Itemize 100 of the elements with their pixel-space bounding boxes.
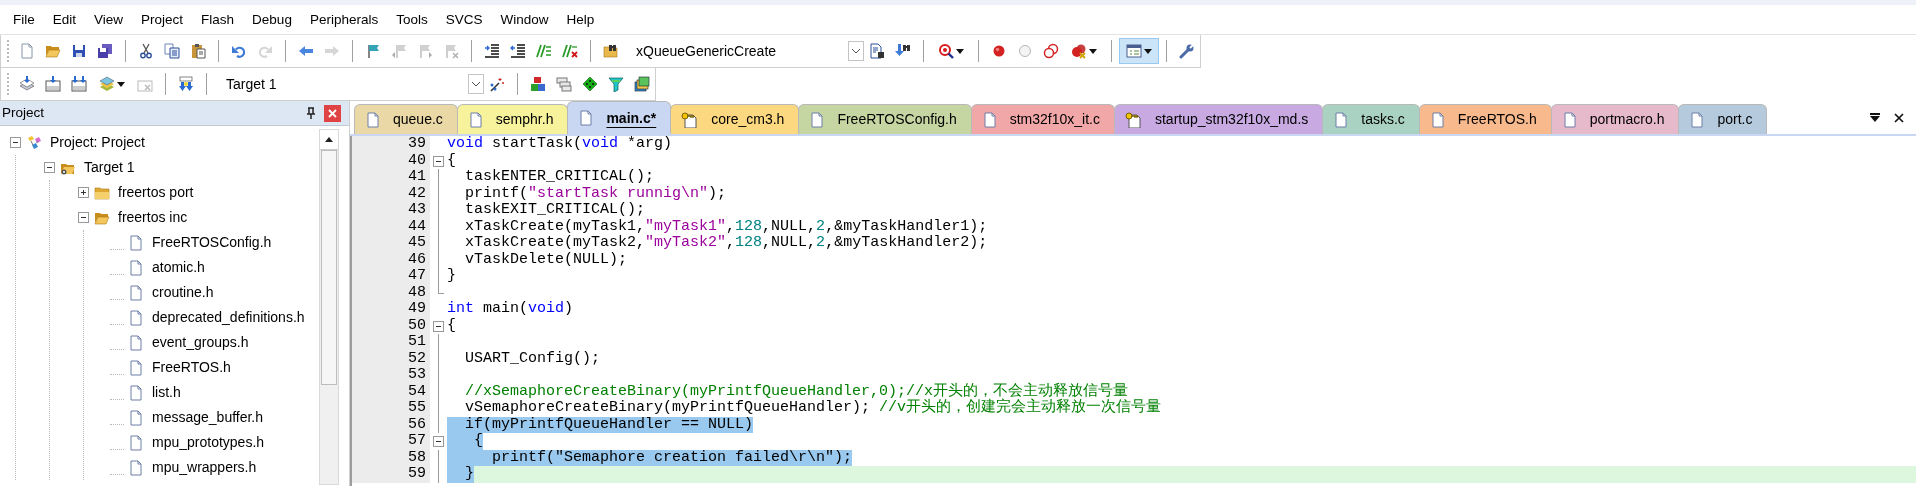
page-icon xyxy=(19,43,35,59)
tree-item[interactable]: mpu_prototypes.h xyxy=(152,432,265,453)
menu-item[interactable]: Tools xyxy=(387,4,437,35)
code-line: } xyxy=(447,268,456,285)
menu-item[interactable]: File xyxy=(4,4,44,35)
file-tab[interactable]: main.c* xyxy=(567,101,672,134)
dots-cross-icon xyxy=(1071,43,1087,59)
combo-field[interactable]: xQueueGenericCreate xyxy=(624,39,864,63)
tab-list-icon[interactable] xyxy=(1870,113,1880,122)
scissors-icon xyxy=(138,43,154,59)
tree-item[interactable]: message_buffer.h xyxy=(152,407,264,428)
file-tab[interactable]: semphr.h xyxy=(456,104,569,134)
line-number: 59 xyxy=(352,466,430,483)
key-file-icon xyxy=(681,111,700,128)
menu-item[interactable]: Flash xyxy=(192,4,244,35)
tree-item[interactable]: list.h xyxy=(152,382,181,403)
tree-item[interactable]: freertos port xyxy=(118,182,194,203)
uncomment-icon xyxy=(562,43,578,59)
collapse-icon[interactable] xyxy=(433,436,444,447)
right-arrow-icon xyxy=(324,43,340,59)
file-tab[interactable]: core_cm3.h xyxy=(670,104,800,134)
file-icon xyxy=(365,111,381,128)
code-line: USART_Config(); xyxy=(464,350,601,367)
document-binoculars-icon xyxy=(869,43,885,59)
dropdown-button[interactable] xyxy=(468,74,484,94)
tree-item[interactable]: Project: Project xyxy=(50,132,145,153)
collapse-icon[interactable] xyxy=(433,155,444,167)
scrollbar[interactable] xyxy=(319,129,339,485)
code-line: xTaskCreate(myTask1,"myTask1",128,NULL,2,&myTaskHandler1); xyxy=(464,218,988,235)
file-tab[interactable]: FreeRTOSConfig.h xyxy=(798,104,972,134)
tray-arrow-icon xyxy=(45,76,61,92)
file-tab[interactable]: stm32f10x_it.c xyxy=(970,104,1115,134)
undo-icon xyxy=(231,43,247,59)
tree-item[interactable]: mpu_wrappers.h xyxy=(152,457,257,478)
file-tab[interactable]: portmacro.h xyxy=(1550,104,1680,134)
floppy-disks-icon xyxy=(97,43,113,59)
line-number: 41 xyxy=(352,169,430,186)
project-icon xyxy=(26,134,42,151)
menu-item[interactable]: Project xyxy=(132,4,193,35)
file-tab[interactable]: startup_stm32f10x_md.s xyxy=(1114,104,1324,134)
caret-icon xyxy=(1144,48,1152,54)
file-tab[interactable]: tasks.c xyxy=(1322,104,1420,134)
line-number: 47 xyxy=(352,268,430,285)
menu-item[interactable]: View xyxy=(85,4,133,35)
file-icon xyxy=(128,434,144,451)
menu-item[interactable]: Peripherals xyxy=(300,4,388,35)
close-button[interactable] xyxy=(324,104,341,122)
key-file-icon xyxy=(1125,111,1143,128)
close-icon[interactable] xyxy=(1894,112,1904,123)
tree-item[interactable]: atomic.h xyxy=(152,257,205,278)
pin-icon[interactable] xyxy=(306,107,316,119)
diamond-icon xyxy=(582,76,598,92)
caret-icon xyxy=(1089,48,1097,54)
collapse-icon[interactable] xyxy=(9,137,21,148)
file-tab[interactable]: FreeRTOS.h xyxy=(1418,104,1552,134)
file-icon xyxy=(128,359,144,376)
tree-item[interactable]: freertos inc xyxy=(118,207,188,228)
window-button[interactable] xyxy=(1119,38,1159,64)
line-number: 51 xyxy=(352,334,430,351)
collapse-icon[interactable] xyxy=(433,320,444,332)
flag-icon xyxy=(365,43,381,59)
collapse-icon[interactable] xyxy=(77,212,89,223)
code-line: xTaskCreate(myTask2,"myTask2",128,NULL,2,&myTaskHandler2); xyxy=(464,235,988,252)
blocks-icon xyxy=(530,76,546,92)
scroll-up-icon[interactable] xyxy=(325,137,333,142)
caret-icon xyxy=(117,81,125,87)
tree-item[interactable]: FreeRTOSConfig.h xyxy=(152,232,272,253)
menu-item[interactable]: Window xyxy=(491,4,558,35)
menu-item[interactable]: SVCS xyxy=(436,4,492,35)
tree-item[interactable]: FreeRTOS.h xyxy=(152,357,231,378)
code-line: taskEXIT_CRITICAL(); xyxy=(464,202,646,219)
menu-item[interactable]: Debug xyxy=(243,4,301,35)
file-tab[interactable]: queue.c xyxy=(354,104,458,134)
collapse-icon[interactable] xyxy=(43,162,55,173)
code-line: void startTask(void *arg) xyxy=(447,136,673,153)
chevron-icon xyxy=(851,48,861,54)
circles-icon xyxy=(1043,43,1059,59)
outdent-icon xyxy=(510,43,526,59)
code-line: vTaskDelete(NULL); xyxy=(464,251,628,268)
magnifier-icon xyxy=(938,43,954,59)
line-number: 55 xyxy=(352,400,430,417)
tree-item[interactable]: deprecated_definitions.h xyxy=(152,307,305,328)
file-icon xyxy=(128,384,144,401)
tree-item[interactable]: event_groups.h xyxy=(152,332,249,353)
file-icon xyxy=(128,459,144,476)
file-icon xyxy=(128,309,144,326)
caret-icon xyxy=(956,48,964,54)
chevron-icon xyxy=(471,81,481,87)
tree-item[interactable]: croutine.h xyxy=(152,282,214,303)
line-number: 53 xyxy=(352,367,430,384)
dropdown-button[interactable] xyxy=(848,41,864,61)
line-number: 49 xyxy=(352,301,430,318)
clipboard-icon xyxy=(190,43,206,59)
file-tab[interactable]: port.c xyxy=(1678,104,1768,134)
file-icon xyxy=(1561,111,1578,128)
menu-item[interactable]: Edit xyxy=(43,4,86,35)
code-line: { xyxy=(447,152,456,169)
menu-item[interactable]: Help xyxy=(557,4,604,35)
expand-icon[interactable] xyxy=(77,187,89,198)
tree-item[interactable]: Target 1 xyxy=(84,157,135,178)
